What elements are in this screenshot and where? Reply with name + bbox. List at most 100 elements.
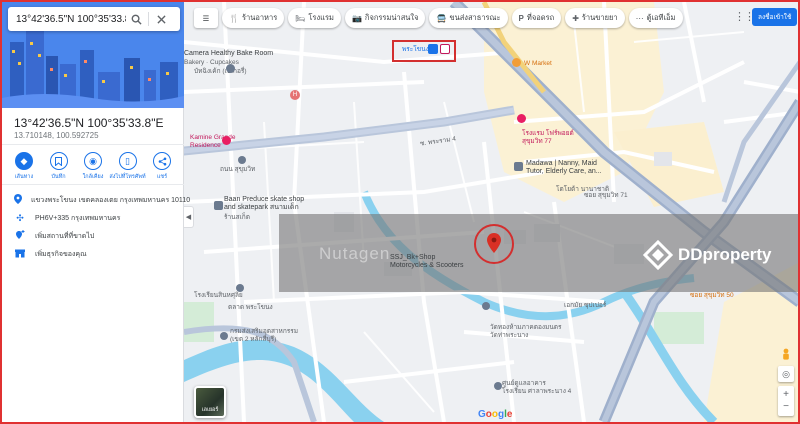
transit-icon: 🚍 [436,13,447,23]
chip-label: กิจกรรมน่าสนใจ [364,13,419,22]
add-missing-place-text: เพิ่มสถานที่ที่ขาดไป [35,232,95,240]
map-label-w-market[interactable]: W Market [524,60,552,68]
nearby-button[interactable]: ◉ ใกล้เคียง [77,152,109,181]
share-button[interactable]: แชร์ [146,152,178,181]
more-icon: ⋯ [635,13,644,23]
map-canvas[interactable]: ☰ 🍴 ร้านอาหาร 🛏 โรงแรม 📷 กิจกรรมน่าสนใจ 🚍 ขน… [184,2,798,422]
map-label-madawa[interactable]: Madawa | Nanny, Maid Tutor, Elderly Care… [526,160,602,177]
lodging-marker-icon[interactable] [222,136,231,145]
layers-toggle-button[interactable]: เลเยอร์ [194,386,226,418]
chip-transit[interactable]: 🚍 ขนส่งสาธารณะ [429,8,508,28]
chip-label: ร้านอาหาร [241,13,278,22]
map-label-road-bottom: เอกมัย ซุปเปอร์ [564,302,607,309]
category-chip-bar: ☰ 🍴 ร้านอาหาร 🛏 โรงแรม 📷 กิจกรรมน่าสนใจ 🚍 ขน… [194,8,683,28]
chip-atm[interactable]: ⋯ ตู้เอทีเอ็ม [628,8,683,28]
close-icon[interactable] [151,9,171,29]
poi-marker-icon[interactable] [494,382,502,390]
map-label-bike-shop[interactable]: SSJ_Bk+Shop Motorcycles & Scooters [390,254,464,271]
hospital-marker-icon[interactable]: H [290,90,300,100]
watermark-overlay: Nutagen DDproperty [279,214,798,292]
search-icon[interactable] [126,9,146,29]
pharmacy-icon: ✚ [572,13,579,23]
address-text: แขวงพระโขนง เขตคลองเตย กรุงเทพมหานคร 101… [31,196,191,204]
collapse-panel-button[interactable]: ◀ [184,206,194,228]
ddproperty-logo: DDproperty [643,240,772,270]
divider [2,184,184,185]
directions-icon: ◆ [15,152,33,170]
business-marker-icon[interactable] [514,162,523,171]
metro-station-icon[interactable] [440,44,450,54]
ddproperty-mark-icon [643,240,673,270]
map-label-school[interactable]: ศูนย์ดูแลอาคาร โรงเรียน ศาลาพระนาง 4 [502,380,571,396]
add-place-icon [14,230,26,242]
map-label-office[interactable]: กรมส่งเสริมอุตสาหกรรม (เขต 2 หลักสี่บุรี… [230,328,298,344]
parking-icon: P [518,13,524,23]
zoom-out-button[interactable]: − [783,401,789,413]
action-buttons: ◆ เส้นทาง บันทึก ◉ ใกล้เคียง ▯ ส่งไปที่โ… [8,152,178,181]
map-label-bakery[interactable]: Camera Healthy Bake Room [184,50,273,58]
place-title: 13°42'36.5"N 100°35'33.8"E [14,116,164,130]
layers-label: เลเยอร์ [201,407,219,413]
poi-marker-icon[interactable] [238,156,246,164]
action-label: แชร์ [156,174,168,180]
action-label: ใกล้เคียง [82,174,104,180]
chip-label: ขนส่งสาธารณะ [449,13,501,22]
chip-label: โรงแรม [308,13,334,22]
directions-button[interactable]: ◆ เส้นทาง [8,152,40,181]
map-label-skate-category: ร้านสเก็ต [224,214,250,221]
map-label-hotel[interactable]: โรงแรม โฟร์พอยต์ สุขุมวิท 77 [522,130,574,146]
plus-code-text: PH6V+335 กรุงเทพมหานคร [35,214,121,222]
map-label-office-upper: ตลาด พระโขนง [228,304,273,311]
add-business-text: เพิ่มธุรกิจของคุณ [35,250,87,258]
shop-marker-icon[interactable] [214,201,223,210]
share-icon [153,152,171,170]
action-label: บันทึก [51,174,66,180]
save-button[interactable]: บันทึก [43,152,75,181]
train-station-icon[interactable] [428,44,438,54]
map-label-soi: ซอย สุขุมวิท 71 [584,192,628,199]
side-panel: 13°42'36.5"N 100°35'33.8"E 13.710148, 10… [2,2,190,422]
chip-parking[interactable]: P ที่จอดรถ [511,8,562,28]
chip-pharmacy[interactable]: ✚ ร้านขายยา [565,8,625,28]
dropped-pin-icon[interactable] [487,233,501,258]
chip-things-to-do[interactable]: 📷 กิจกรรมน่าสนใจ [344,8,426,28]
menu-icon[interactable]: ☰ [194,8,218,28]
search-divider [148,12,149,26]
map-label-temple[interactable]: วัดทองห้ามภาคตองมนตร วัดท่าพระนาง [490,324,561,340]
pegman-icon[interactable] [781,348,791,362]
bookmark-icon [49,152,68,170]
search-input[interactable] [16,13,126,25]
poi-marker-icon[interactable] [482,302,490,310]
poi-marker-icon[interactable] [226,64,235,73]
lodging-marker-icon[interactable] [517,114,526,123]
search-box [8,7,180,31]
address-row[interactable]: แขวงพระโขนง เขตคลองเตย กรุงเทพมหานคร 101… [2,191,190,209]
nearby-icon: ◉ [84,152,102,170]
google-logo: Google [478,409,513,420]
chip-hotels[interactable]: 🛏 โรงแรม [288,8,341,28]
map-label-soi50[interactable]: ซอย สุขุมวิท 50 [690,292,734,300]
poi-marker-icon[interactable] [236,284,244,292]
my-location-icon[interactable]: ◎ [778,366,794,382]
add-business-row[interactable]: เพิ่มธุรกิจของคุณ [2,245,184,263]
shopping-marker-icon[interactable] [512,58,521,67]
map-label-school2: โรงเรียนสินหศุลิย [194,292,243,299]
plus-code-row[interactable]: ✣ PH6V+335 กรุงเทพมหานคร [2,209,184,227]
map-label-bakery-thai: บัทฉิงเค้ก (เบเกอรี่) [194,68,247,75]
chip-label: ที่จอดรถ [526,13,555,22]
map-label-skate-shop[interactable]: Baan Preduce skate shop and skatepark สน… [224,196,304,213]
chip-restaurants[interactable]: 🍴 ร้านอาหาร [222,8,285,28]
place-coordinates: 13.710148, 100.592725 [14,131,99,140]
plus-code-icon: ✣ [16,212,24,223]
send-to-phone-button[interactable]: ▯ ส่งไปที่โทรศัพท์ [109,152,146,181]
camera-icon: 📷 [351,13,362,23]
zoom-controls: + − [778,386,794,416]
action-label: เส้นทาง [14,174,34,180]
zoom-in-button[interactable]: + [783,389,789,401]
poi-marker-icon[interactable] [220,332,228,340]
add-missing-place-row[interactable]: เพิ่มสถานที่ที่ขาดไป [2,227,184,245]
sign-in-button[interactable]: ลงชื่อเข้าใช้ [752,8,798,26]
divider [2,144,184,145]
action-label: ส่งไปที่โทรศัพท์ [109,174,146,180]
chip-label: ตู้เอทีเอ็ม [646,13,676,22]
